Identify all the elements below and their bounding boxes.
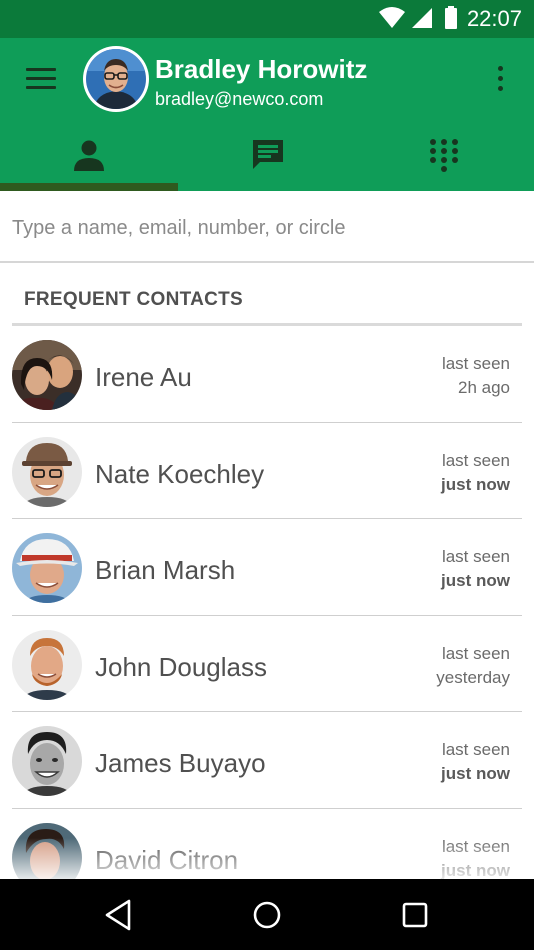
profile-name: Bradley Horowitz bbox=[155, 54, 368, 84]
last-seen-value: 2h ago bbox=[458, 378, 510, 397]
last-seen-value: yesterday bbox=[436, 667, 510, 687]
last-seen-label: last seen bbox=[441, 740, 510, 760]
navigation-bar bbox=[0, 879, 534, 950]
last-seen-label: last seen bbox=[441, 836, 510, 856]
profile-email: bradley@newco.com bbox=[155, 89, 324, 109]
contact-row-david-citron[interactable]: David Citron last seen just now bbox=[0, 809, 534, 879]
contact-row-nate-koechley[interactable]: Nate Koechley last seen just now bbox=[0, 423, 534, 520]
last-seen-value: just now bbox=[441, 474, 510, 494]
contact-list: Irene Au last seen 2h ago Nate Koechley … bbox=[0, 326, 534, 879]
back-icon bbox=[105, 899, 131, 931]
contact-name: Irene Au bbox=[95, 362, 192, 392]
section-title: FREQUENT CONTACTS bbox=[24, 289, 244, 310]
home-button[interactable] bbox=[247, 897, 287, 933]
person-icon bbox=[74, 140, 104, 171]
avatar bbox=[12, 726, 82, 797]
recents-button[interactable] bbox=[395, 897, 435, 933]
recents-icon bbox=[402, 902, 428, 928]
last-seen-label: last seen bbox=[441, 643, 510, 663]
avatar bbox=[12, 822, 82, 879]
contact-row-irene-au[interactable]: Irene Au last seen 2h ago bbox=[0, 326, 534, 423]
last-seen-label: last seen bbox=[441, 547, 510, 567]
contact-row-james-buyayo[interactable]: James Buyayo last seen just now bbox=[0, 712, 534, 809]
search-field bbox=[0, 191, 534, 263]
contact-name: Brian Marsh bbox=[95, 555, 236, 586]
avatar bbox=[12, 340, 82, 410]
status-bar: 22:07 bbox=[0, 0, 534, 38]
contact-name: John Douglass bbox=[95, 651, 267, 682]
contact-row-john-douglass[interactable]: John Douglass last seen yesterday bbox=[0, 616, 534, 713]
signal-icon bbox=[412, 8, 432, 28]
dialpad-icon bbox=[430, 139, 458, 172]
last-seen-value: just now bbox=[441, 571, 510, 591]
home-icon bbox=[253, 901, 281, 929]
menu-icon bbox=[26, 68, 56, 71]
search-input[interactable] bbox=[12, 213, 522, 243]
contact-name: James Buyayo bbox=[95, 748, 266, 779]
avatar bbox=[12, 629, 82, 700]
back-button[interactable] bbox=[99, 897, 139, 933]
contact-name: David Citron bbox=[95, 844, 239, 875]
tab-dialpad[interactable] bbox=[356, 136, 534, 191]
contact-row-brian-marsh[interactable]: Brian Marsh last seen just now bbox=[0, 519, 534, 616]
selected-tab-indicator bbox=[0, 183, 178, 191]
more-vert-icon bbox=[498, 66, 503, 71]
last-seen-value: just now bbox=[441, 764, 510, 784]
last-seen-value: just now bbox=[441, 860, 510, 879]
status-time: 22:07 bbox=[466, 6, 522, 31]
more-options-button[interactable] bbox=[492, 64, 508, 94]
tab-messages[interactable] bbox=[178, 136, 356, 191]
avatar bbox=[12, 436, 82, 507]
app-bar: Bradley Horowitz bradley@newco.com bbox=[0, 38, 534, 191]
chat-icon bbox=[253, 140, 283, 169]
wifi-icon bbox=[379, 7, 405, 28]
last-seen-label: last seen bbox=[441, 450, 510, 470]
contact-name: Nate Koechley bbox=[95, 458, 265, 489]
avatar bbox=[12, 533, 82, 604]
last-seen-label: last seen bbox=[441, 354, 510, 373]
battery-icon bbox=[445, 6, 457, 29]
menu-button[interactable] bbox=[20, 60, 62, 98]
profile-avatar[interactable] bbox=[83, 46, 149, 112]
profile-photo bbox=[86, 49, 146, 109]
